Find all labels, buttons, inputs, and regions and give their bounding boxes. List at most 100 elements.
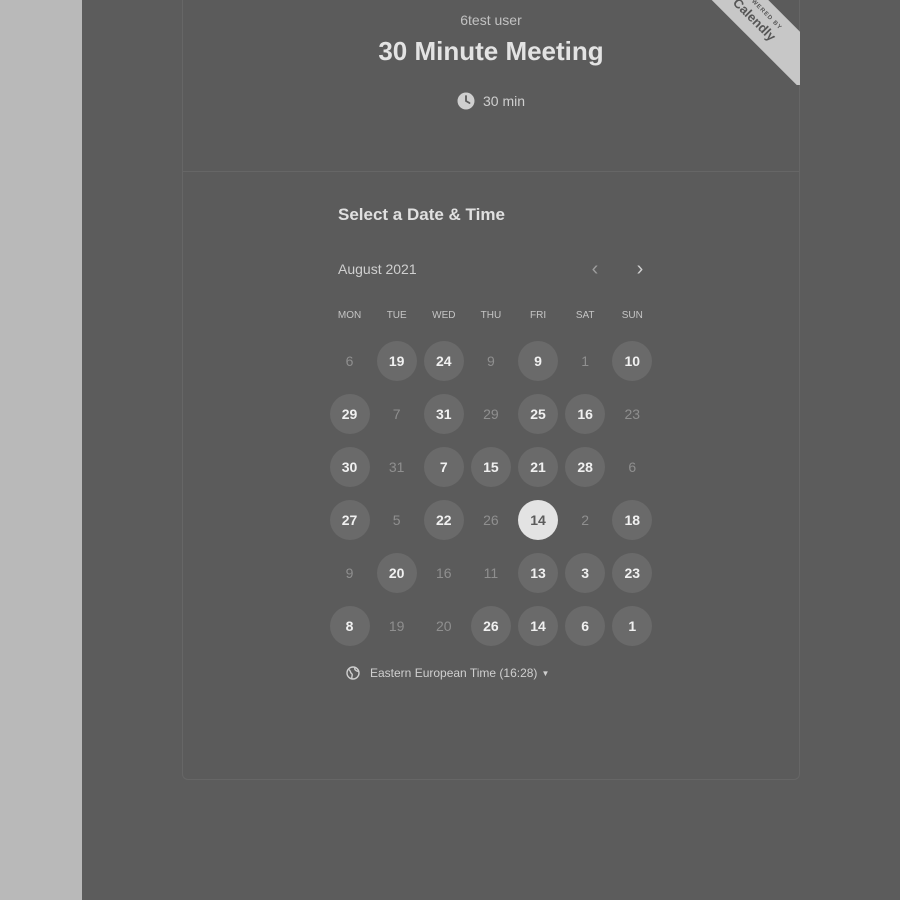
day-number: 2 [581, 511, 590, 528]
day-number: 28 [565, 446, 606, 487]
day-number: 1 [581, 352, 590, 369]
calendar-day-available[interactable]: 31 [420, 387, 467, 440]
day-number: 10 [612, 340, 653, 381]
calendar-day-selected[interactable]: 14 [515, 493, 562, 546]
calendar-day-unavailable: 9 [326, 546, 373, 599]
chevron-right-icon: › [636, 258, 644, 280]
calendly-badge[interactable]: POWERED BY Calendly [680, 0, 800, 85]
calendar-day-available[interactable]: 18 [609, 493, 656, 546]
day-number: 6 [565, 605, 606, 646]
day-number: 24 [423, 340, 464, 381]
day-number: 20 [436, 617, 452, 634]
calendar-day-available[interactable]: 6 [562, 599, 609, 652]
day-number: 7 [423, 446, 464, 487]
calendar-day-available[interactable]: 8 [326, 599, 373, 652]
calendar-day-available[interactable]: 22 [420, 493, 467, 546]
calendar-day-unavailable: 6 [609, 440, 656, 493]
calendar-day-available[interactable]: 3 [562, 546, 609, 599]
timezone-label: Eastern European Time (16:28) [370, 666, 538, 680]
day-number: 26 [483, 511, 499, 528]
day-number: 21 [518, 446, 559, 487]
day-number: 18 [612, 499, 653, 540]
calendar-day-available[interactable]: 30 [326, 440, 373, 493]
day-number: 19 [376, 340, 417, 381]
section-title: Select a Date & Time [338, 205, 505, 224]
calendar-day-unavailable: 26 [467, 493, 514, 546]
day-number: 6 [628, 458, 637, 475]
calendar-day-available[interactable]: 14 [515, 599, 562, 652]
calendar-day-unavailable: 31 [373, 440, 420, 493]
day-number: 16 [436, 564, 452, 581]
calendar-day-available[interactable]: 25 [515, 387, 562, 440]
calendar-day-available[interactable]: 29 [326, 387, 373, 440]
calendar-day-available[interactable]: 10 [609, 334, 656, 387]
calendar-day-unavailable: 11 [467, 546, 514, 599]
day-number: 3 [565, 552, 606, 593]
calendar-day-available[interactable]: 20 [373, 546, 420, 599]
duration-label: 30 min [482, 93, 526, 109]
weekday-label: SUN [621, 310, 643, 321]
day-number: 20 [376, 552, 417, 593]
badge-brand: Calendly [730, 0, 779, 44]
next-month-button[interactable]: › [628, 258, 652, 282]
calendar-day-available[interactable]: 26 [467, 599, 514, 652]
day-number: 9 [487, 352, 495, 369]
calendar-day-available[interactable]: 16 [562, 387, 609, 440]
calendar-day-unavailable: 2 [562, 493, 609, 546]
calendar-day-available[interactable]: 23 [609, 546, 656, 599]
calendar-day-available[interactable]: 9 [515, 334, 562, 387]
prev-month-button[interactable]: ‹ [583, 258, 607, 282]
day-number: 29 [329, 393, 370, 434]
day-number: 9 [518, 340, 559, 381]
day-number: 31 [388, 458, 405, 475]
day-number: 16 [565, 393, 606, 434]
day-number: 25 [518, 393, 559, 434]
day-number: 7 [392, 405, 401, 422]
day-number: 27 [329, 499, 370, 540]
weekday-label: WED [432, 310, 456, 321]
calendar-day-available[interactable]: 1 [609, 599, 656, 652]
timezone-selector[interactable]: Eastern European Time (16:28) ▼ [346, 666, 549, 680]
day-number: 23 [624, 405, 641, 422]
day-number: 9 [345, 564, 354, 581]
calendar-day-unavailable: 29 [467, 387, 514, 440]
event-duration: 30 min [183, 92, 799, 110]
calendar-day-unavailable: 7 [373, 387, 420, 440]
day-number: 19 [388, 617, 405, 634]
day-number: 6 [345, 352, 354, 369]
calendar-day-available[interactable]: 7 [420, 440, 467, 493]
calendar-day-available[interactable]: 28 [562, 440, 609, 493]
day-number: 1 [612, 605, 653, 646]
calendar-day-available[interactable]: 24 [420, 334, 467, 387]
calendar-day-unavailable: 9 [467, 334, 514, 387]
day-number: 8 [329, 605, 370, 646]
calendar-day-unavailable: 1 [562, 334, 609, 387]
day-number: 29 [483, 405, 499, 422]
day-number: 31 [423, 393, 464, 434]
calendar-day-unavailable: 19 [373, 599, 420, 652]
day-number: 11 [483, 564, 499, 581]
weekday-label: MON [337, 310, 362, 321]
day-number: 5 [392, 511, 401, 528]
chevron-left-icon: ‹ [591, 258, 599, 280]
calendar-day-available[interactable]: 15 [467, 440, 514, 493]
month-label: August 2021 [338, 261, 417, 277]
calendar-day-available[interactable]: 21 [515, 440, 562, 493]
calendar-day-unavailable: 23 [609, 387, 656, 440]
clock-icon [457, 92, 475, 110]
day-number: 22 [423, 499, 464, 540]
calendar-day-available[interactable]: 27 [326, 493, 373, 546]
calendar-day-unavailable: 20 [420, 599, 467, 652]
day-number: 26 [470, 605, 511, 646]
day-number: 13 [518, 552, 559, 593]
calendar-day-unavailable: 5 [373, 493, 420, 546]
left-panel-strip [0, 0, 82, 900]
calendar-day-available[interactable]: 13 [515, 546, 562, 599]
weekday-label: SAT [575, 310, 595, 321]
day-number: 23 [612, 552, 653, 593]
weekday-label: THU [480, 310, 502, 321]
weekday-label: TUE [386, 310, 407, 321]
weekday-label: FRI [530, 310, 547, 321]
calendar-day-available[interactable]: 19 [373, 334, 420, 387]
days-grid: 6 19 24 9 9 1 10 29 7 31 29 25 16 23 30 31 7 15 21 28 6 27 5 22… [326, 334, 656, 652]
